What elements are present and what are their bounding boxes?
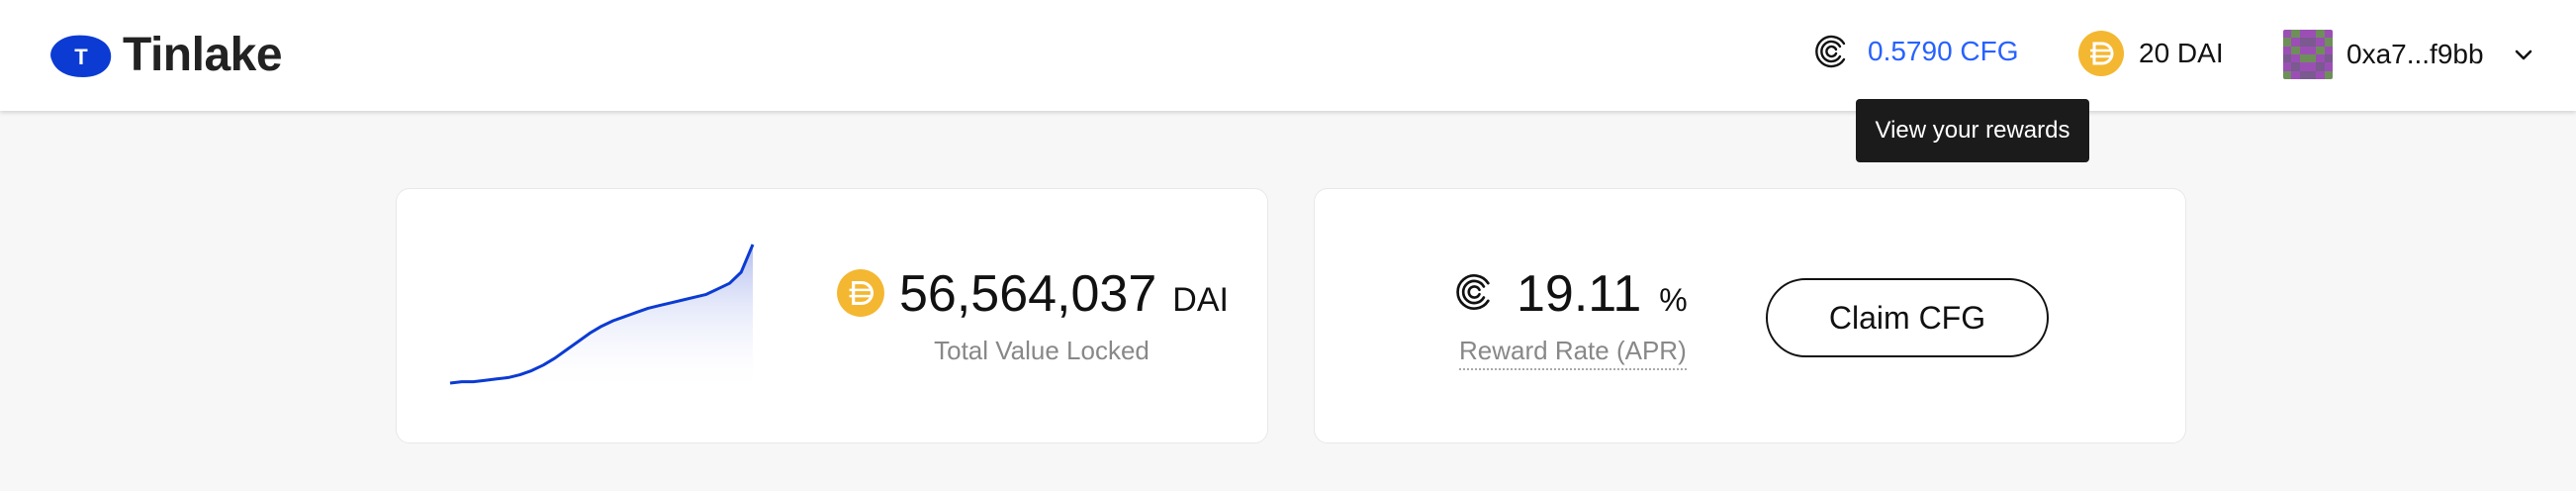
- account-address: 0xa7...f9bb: [2346, 39, 2484, 69]
- tvl-amount: 56,564,037: [899, 265, 1157, 323]
- dai-balance: 20 DAI: [2077, 30, 2224, 77]
- cfg-rewards-balance[interactable]: 0.5790 CFG: [1814, 34, 2019, 69]
- tvl-value: 56,564,037 DAI: [899, 264, 1229, 324]
- tvl-sparkline: [449, 244, 755, 393]
- logo-text: Tinlake: [123, 29, 283, 81]
- reward-rate-unit: %: [1659, 282, 1688, 318]
- reward-rate-value: 19.11 %: [1517, 264, 1688, 324]
- dai-coin-icon: [2078, 31, 2124, 76]
- chevron-down-icon[interactable]: [2512, 43, 2535, 66]
- dai-balance-amount: 20 DAI: [2139, 38, 2224, 68]
- tvl-card: 56,564,037 DAI Total Value Locked: [396, 188, 1268, 443]
- account-menu[interactable]: 0xa7...f9bb: [2283, 30, 2535, 79]
- tinlake-logo[interactable]: T Tinlake: [46, 28, 283, 82]
- rewards-card: 19.11 % Reward Rate (APR) Claim CFG: [1314, 188, 2186, 443]
- svg-text:T: T: [74, 45, 88, 69]
- account-avatar: [2283, 30, 2333, 79]
- reward-rate-label[interactable]: Reward Rate (APR): [1459, 336, 1687, 370]
- rewards-tooltip: View your rewards: [1856, 99, 2089, 162]
- centrifuge-icon: [1815, 35, 1846, 68]
- tvl-label: Total Value Locked: [934, 336, 1150, 365]
- dai-coin-icon: [837, 269, 884, 317]
- reward-rate-number: 19.11: [1517, 265, 1642, 323]
- tvl-sparkline-area: [450, 245, 753, 393]
- centrifuge-icon: [1456, 274, 1490, 310]
- cfg-balance-amount: 0.5790 CFG: [1868, 36, 2019, 66]
- claim-cfg-button[interactable]: Claim CFG: [1766, 278, 2049, 357]
- tvl-unit: DAI: [1172, 281, 1229, 319]
- tinlake-logo-mark: T: [46, 32, 113, 79]
- top-navbar: T Tinlake 0.5790 CFG 20 DAI 0xa7...f9bb: [0, 0, 2576, 111]
